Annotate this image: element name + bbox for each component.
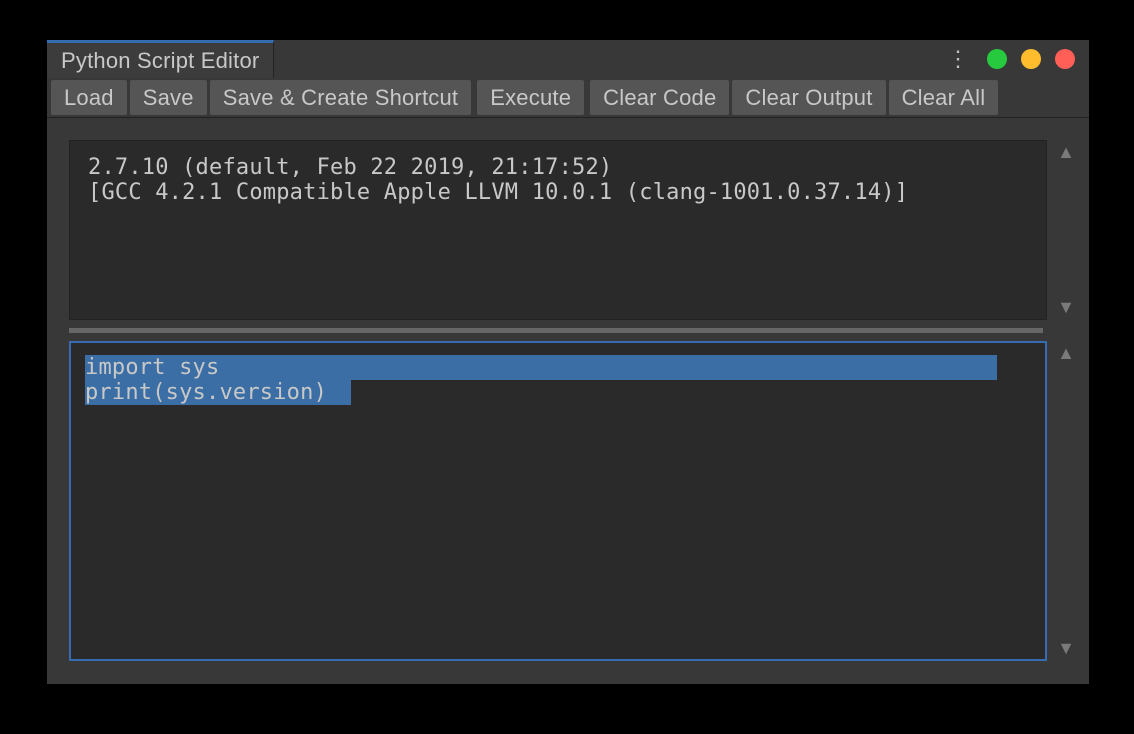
output-scrollbar[interactable]: ▲ ▼	[1047, 140, 1085, 320]
maximize-icon[interactable]	[1021, 49, 1041, 69]
code-line-1: import sys	[85, 355, 219, 380]
scroll-down-icon[interactable]: ▼	[1057, 297, 1075, 318]
scroll-up-icon[interactable]: ▲	[1057, 142, 1075, 163]
scroll-down-icon[interactable]: ▼	[1057, 638, 1075, 659]
save-button[interactable]: Save	[130, 80, 207, 115]
save-create-shortcut-button[interactable]: Save & Create Shortcut	[210, 80, 472, 115]
load-button[interactable]: Load	[51, 80, 127, 115]
clear-output-button[interactable]: Clear Output	[732, 80, 885, 115]
output-row: 2.7.10 (default, Feb 22 2019, 21:17:52) …	[69, 140, 1085, 320]
toolbar: Load Save Save & Create Shortcut Execute…	[47, 78, 1089, 118]
splitter-handle[interactable]	[69, 328, 1043, 333]
minimize-icon[interactable]	[987, 49, 1007, 69]
content-area: 2.7.10 (default, Feb 22 2019, 21:17:52) …	[47, 118, 1089, 684]
titlebar: Python Script Editor ⋮	[47, 40, 1089, 78]
kebab-menu-icon[interactable]: ⋮	[943, 48, 973, 70]
code-row: import sysprint(sys.version) ▲ ▼	[69, 341, 1085, 661]
code-line-2: print(sys.version)	[85, 380, 327, 405]
scroll-up-icon[interactable]: ▲	[1057, 343, 1075, 364]
code-editor[interactable]: import sysprint(sys.version)	[69, 341, 1047, 661]
execute-button[interactable]: Execute	[477, 80, 584, 115]
close-icon[interactable]	[1055, 49, 1075, 69]
editor-window: Python Script Editor ⋮ Load Save Save & …	[47, 40, 1089, 684]
code-scrollbar[interactable]: ▲ ▼	[1047, 341, 1085, 661]
window-tab[interactable]: Python Script Editor	[47, 40, 274, 78]
clear-all-button[interactable]: Clear All	[889, 80, 999, 115]
output-panel[interactable]: 2.7.10 (default, Feb 22 2019, 21:17:52) …	[69, 140, 1047, 320]
titlebar-controls: ⋮	[943, 40, 1089, 78]
clear-code-button[interactable]: Clear Code	[590, 80, 729, 115]
window-title: Python Script Editor	[61, 48, 259, 74]
